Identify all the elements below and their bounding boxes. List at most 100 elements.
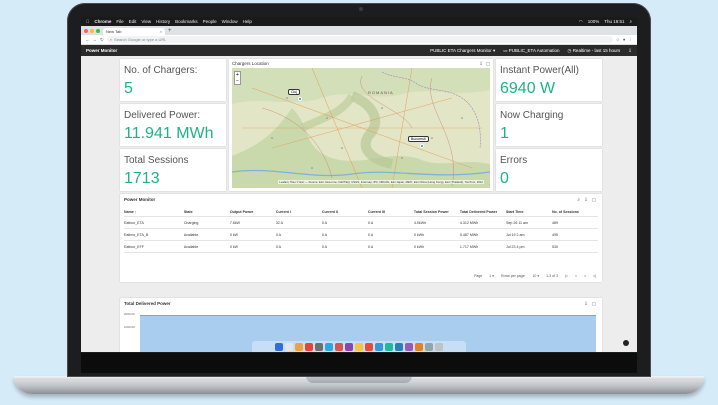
new-tab-button[interactable]: + <box>168 28 172 34</box>
search-icon[interactable]: ⌕ <box>629 19 632 24</box>
stat-value: 1713 <box>124 170 160 187</box>
menu-view[interactable]: View <box>141 19 151 24</box>
stat-chargers: No. of Chargers: 5 <box>120 59 226 101</box>
calendar-icon[interactable] <box>335 342 343 351</box>
download-icon[interactable]: ⇩ <box>479 61 483 67</box>
profile-icon[interactable]: ● <box>623 37 626 42</box>
omnibox[interactable]: ⌕ Search Google or type a URL <box>106 36 613 43</box>
screen:  Chrome File Edit View History Bookmark… <box>81 17 637 352</box>
column-header[interactable]: Current I <box>276 210 322 214</box>
column-header[interactable]: Total Delivered Power <box>460 210 506 214</box>
column-header[interactable]: Current III <box>368 210 414 214</box>
apple-icon[interactable]:  <box>86 19 89 24</box>
table-cell: 530 <box>551 244 558 249</box>
table-cell: 7.6kW <box>229 220 241 225</box>
menu-clock[interactable]: Thu 18:51 <box>604 19 624 24</box>
map-pin-cluj[interactable]: Cluj <box>288 89 301 95</box>
chart-title: Total Delivered Power <box>124 301 171 306</box>
zoom-window-icon[interactable] <box>96 28 100 33</box>
trash-icon[interactable] <box>435 342 443 351</box>
column-header[interactable]: No. of Sessions <box>552 210 598 214</box>
column-header[interactable]: Name ↑ <box>124 210 184 214</box>
dashboard-select[interactable]: PUBLIC ETA Chargers Monitor ▾ <box>430 48 495 54</box>
help-icon[interactable] <box>623 340 629 346</box>
automation-button[interactable]: ▭ PUBLIC_ETA Automation <box>503 48 559 54</box>
menu-file[interactable]: File <box>116 19 123 24</box>
table-cell: 0 A <box>275 232 282 237</box>
search-icon[interactable]: ⌕ <box>577 197 580 203</box>
power-table: Name ↑ State Output Power Current I Curr… <box>124 207 598 253</box>
table-cell: 4.312 MWh <box>459 220 479 225</box>
fullscreen-icon[interactable]: ▢ <box>486 61 490 67</box>
table-row[interactable]: Eatbox_ETA_B Available 0 kW 0 A 0 A 0 A … <box>124 229 598 241</box>
table-row[interactable]: Eatbox_EFF Available 0 kW 0 A 0 A 0 A 0 … <box>124 241 598 253</box>
page-select[interactable]: 1 ▾ <box>489 274 494 278</box>
menu-history[interactable]: History <box>156 19 170 24</box>
download-icon[interactable]: ⇩ <box>628 48 632 54</box>
menu-app-name[interactable]: Chrome <box>94 19 111 24</box>
table-cell: Sep 26 11 am <box>505 220 529 225</box>
table-cell: Jul 19 2 am <box>505 232 525 237</box>
map-pin-bucuresti[interactable]: Bucuresti <box>408 136 429 142</box>
app-store-icon[interactable] <box>395 342 403 351</box>
menu-bookmarks[interactable]: Bookmarks <box>175 19 198 24</box>
charger-marker-icon[interactable] <box>420 144 424 148</box>
stat-label: Now Charging <box>500 110 564 121</box>
close-window-icon[interactable] <box>84 28 88 33</box>
download-icon[interactable]: ⇩ <box>584 301 588 307</box>
table-cell: Available <box>183 244 199 249</box>
safari-icon[interactable] <box>295 342 303 351</box>
wifi-icon[interactable]: ◠ <box>579 19 583 25</box>
photos-icon[interactable] <box>375 342 383 351</box>
next-page-button[interactable]: > <box>584 274 586 278</box>
browser-tab[interactable]: New Tab × <box>103 28 165 35</box>
rows-per-page-select[interactable]: 10 ▾ <box>532 274 539 278</box>
bookmark-star-icon[interactable]: ☆ <box>616 37 620 43</box>
battery-percent[interactable]: 100% <box>588 19 600 24</box>
last-page-button[interactable]: >| <box>593 274 596 278</box>
table-cell: 0 A <box>367 232 374 237</box>
close-tab-icon[interactable]: × <box>160 29 162 34</box>
menu-people[interactable]: People <box>203 19 217 24</box>
dashboard-content: No. of Chargers: 5 Delivered Power: 11.9… <box>81 56 637 352</box>
terminal-icon[interactable] <box>315 342 323 351</box>
reload-icon[interactable]: ↻ <box>100 37 104 43</box>
column-header[interactable]: Start Time <box>506 210 552 214</box>
column-header[interactable]: Current II <box>322 210 368 214</box>
notes-icon[interactable] <box>355 342 363 351</box>
app-icon[interactable] <box>415 342 423 351</box>
download-icon[interactable]: ⇩ <box>584 197 588 203</box>
menu-edit[interactable]: Edit <box>129 19 137 24</box>
table-cell: 0 kW <box>229 244 239 249</box>
stat-value: 6940 W <box>500 80 556 97</box>
menu-window[interactable]: Window <box>222 19 238 24</box>
back-icon[interactable]: ← <box>85 37 90 42</box>
menu-help[interactable]: Help <box>243 19 252 24</box>
finder-icon[interactable] <box>275 342 283 351</box>
map-tiles <box>232 68 490 188</box>
column-header[interactable]: State <box>184 210 230 214</box>
zoom-out-button[interactable]: − <box>235 78 240 84</box>
table-row[interactable]: Eatbox_ETA Charging 7.6kW 32 A 0 A 0 A 4… <box>124 217 598 229</box>
vscode-icon[interactable] <box>405 342 413 351</box>
more-menu-icon[interactable]: ⋮ <box>629 37 634 43</box>
map[interactable]: ROMANIA Cluj Bucuresti Leaflet | Tiles ©… <box>232 68 490 188</box>
time-range-picker[interactable]: ◷ Realtime - last 15 hours <box>568 48 621 54</box>
column-header[interactable]: Output Power <box>230 210 276 214</box>
minimize-window-icon[interactable] <box>90 28 94 33</box>
fullscreen-icon[interactable]: ▢ <box>592 197 596 203</box>
app-icon[interactable] <box>345 342 353 351</box>
launchpad-icon[interactable] <box>285 342 293 351</box>
forward-icon[interactable]: → <box>93 37 98 42</box>
charger-marker-icon[interactable] <box>298 97 302 101</box>
chrome-icon[interactable] <box>305 342 313 351</box>
prev-page-button[interactable]: < <box>575 274 577 278</box>
first-page-button[interactable]: |< <box>565 274 568 278</box>
messages-icon[interactable] <box>385 342 393 351</box>
settings-icon[interactable] <box>425 342 433 351</box>
mail-icon[interactable] <box>325 342 333 351</box>
fullscreen-icon[interactable]: ▢ <box>592 301 596 307</box>
column-header[interactable]: Total Session Power <box>414 210 460 214</box>
music-icon[interactable] <box>365 342 373 351</box>
table-pagination: Page 1 ▾ Rows per page: 10 ▾ 1-3 of 3 |<… <box>474 274 596 278</box>
